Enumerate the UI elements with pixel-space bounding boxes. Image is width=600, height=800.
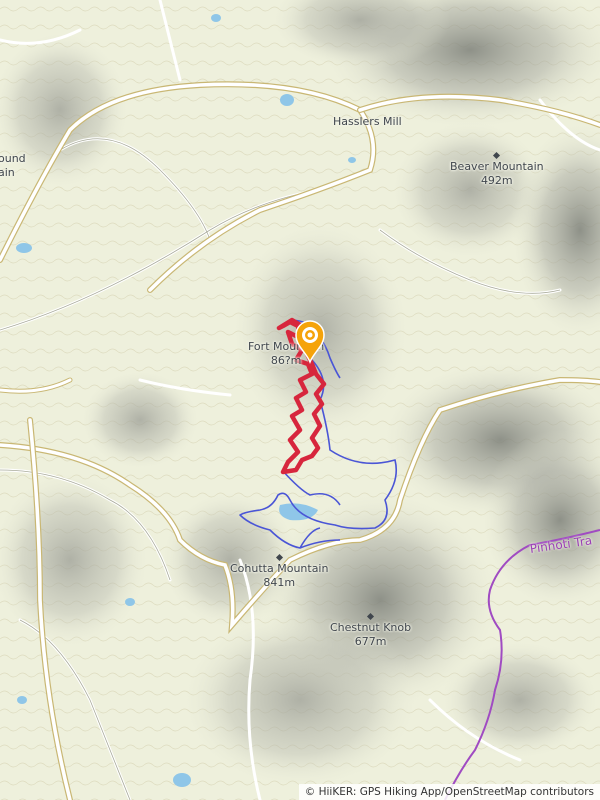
peak-label-beaver-mountain: Beaver Mountain 492m <box>450 151 544 188</box>
place-label-hasslers-mill: Hasslers Mill <box>333 115 402 129</box>
map-canvas[interactable] <box>0 0 600 800</box>
map-view[interactable]: Hasslers Mill Beaver Mountain 492m Fort … <box>0 0 600 800</box>
peak-elevation: 492m <box>480 174 513 187</box>
peak-name: Chestnut Knob <box>330 621 412 634</box>
peak-icon <box>493 151 501 160</box>
map-attribution[interactable]: © HiiKER: GPS Hiking App/OpenStreetMap c… <box>298 784 600 800</box>
peak-name: Beaver Mountain <box>450 160 544 173</box>
peak-icon <box>367 612 375 621</box>
peak-label-chestnut-knob: Chestnut Knob 677m <box>330 612 412 649</box>
peak-name: Cohutta Mountain <box>230 562 329 575</box>
peak-label-cohutta-mountain: Cohutta Mountain 841m <box>230 553 329 590</box>
location-pin-icon <box>295 320 325 365</box>
attribution-text: © HiiKER: GPS Hiking App/OpenStreetMap c… <box>304 786 594 798</box>
place-name: Hasslers Mill <box>333 115 402 128</box>
peak-elevation: 841m <box>263 576 296 589</box>
peak-elevation: 677m <box>354 635 387 648</box>
trailhead-marker[interactable] <box>292 318 328 365</box>
peak-name: ound ain <box>0 152 26 179</box>
peak-label-partial-west: ound ain <box>0 152 32 180</box>
peak-icon <box>275 553 283 562</box>
